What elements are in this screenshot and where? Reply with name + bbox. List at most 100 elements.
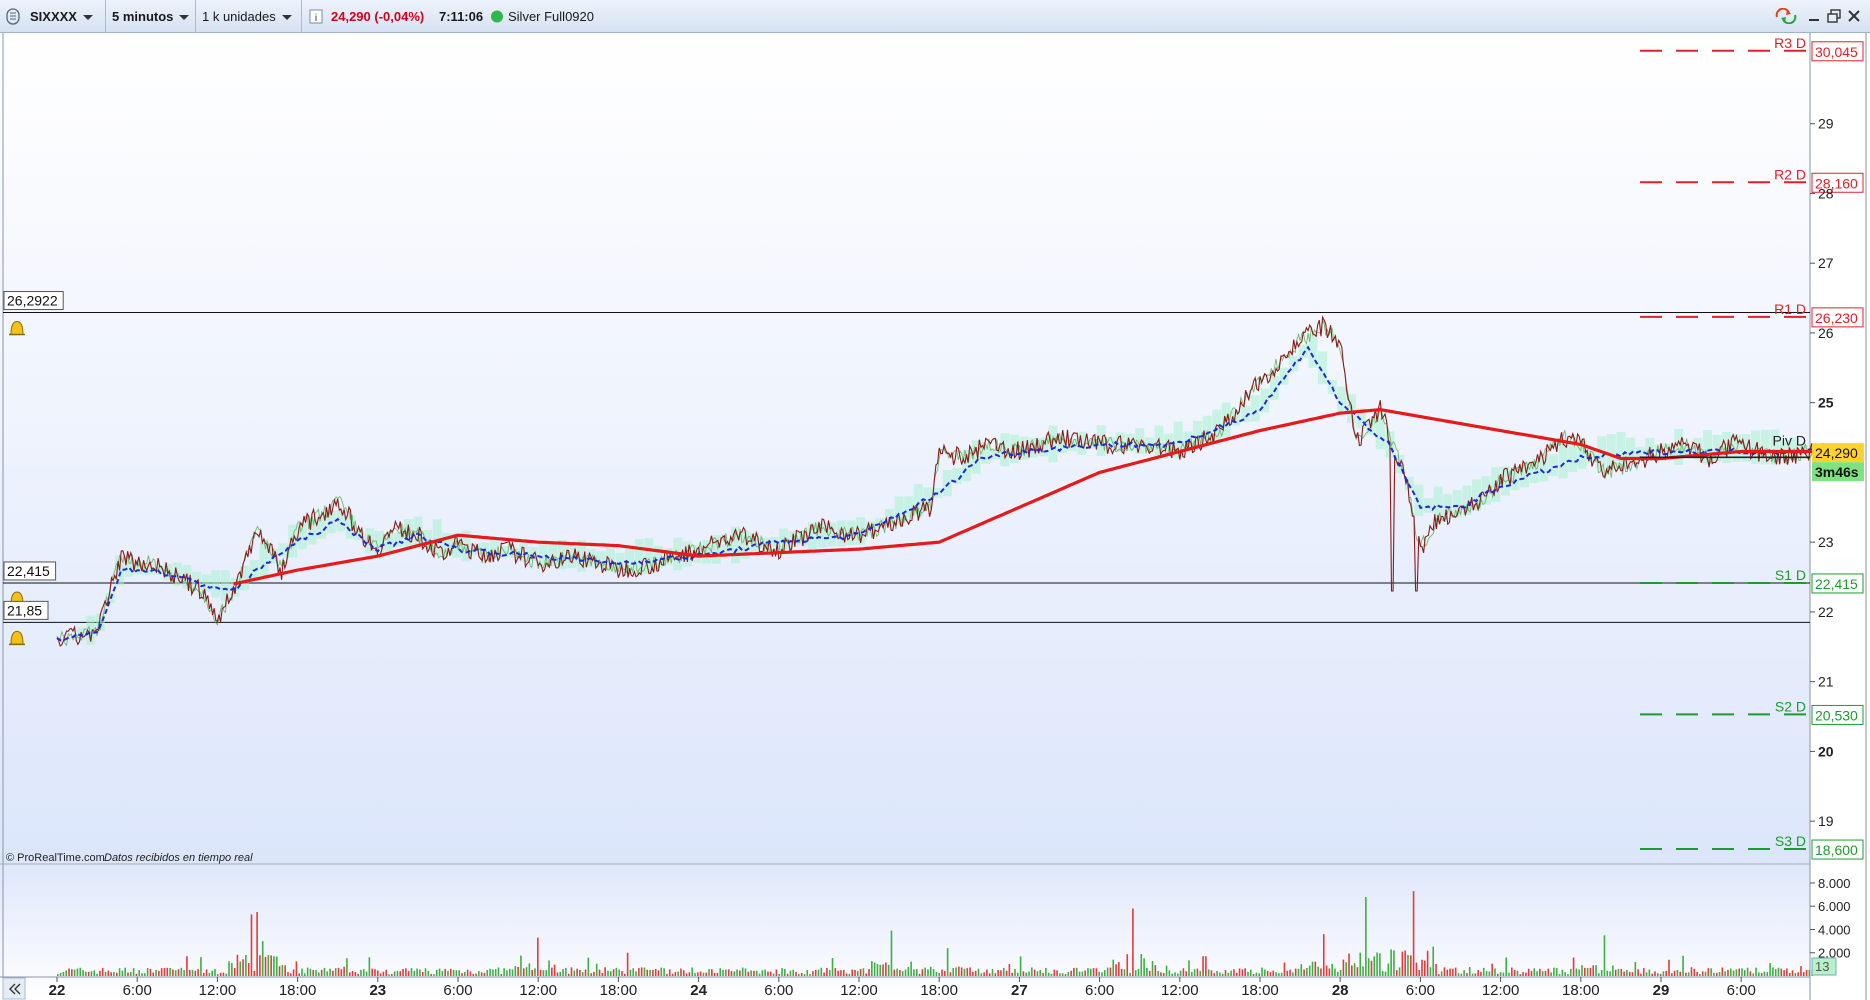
volume-bar <box>1752 973 1755 976</box>
volume-bar <box>798 973 800 976</box>
countdown-label: 3m46s <box>1815 464 1859 480</box>
volume-bar <box>1609 971 1611 976</box>
volume-bar <box>85 971 87 976</box>
volume-bar <box>988 973 991 976</box>
volume-bar <box>618 969 620 976</box>
volume-bar <box>1409 955 1412 976</box>
volume-bar <box>859 969 862 976</box>
volume-bar <box>548 960 550 976</box>
volume-bar <box>1000 970 1002 976</box>
volume-bar <box>901 971 904 976</box>
volume-bar <box>511 969 514 976</box>
volume-bar <box>149 968 152 976</box>
info-icon[interactable]: i <box>308 0 324 33</box>
symbol-selector[interactable]: SIXXXX <box>24 0 106 33</box>
volume-bar <box>1056 970 1058 976</box>
volume-bar <box>691 967 693 976</box>
volume-bar <box>385 969 388 976</box>
volume-bar <box>551 967 553 976</box>
volume-bar <box>1185 971 1188 976</box>
double-chevron-left-icon[interactable] <box>2 977 26 1000</box>
volume-bar <box>932 969 935 976</box>
units-selector[interactable]: 1 k unidades <box>196 0 302 33</box>
volume-bar <box>93 970 96 976</box>
volume-bar <box>65 970 68 976</box>
close-icon[interactable] <box>1846 8 1862 24</box>
volume-bar <box>1188 960 1190 976</box>
volume-bar <box>1379 953 1381 976</box>
volume-bar <box>99 970 101 976</box>
volume-bar <box>1092 968 1095 976</box>
volume-bar <box>1101 972 1103 976</box>
volume-bar <box>688 972 691 976</box>
volume-bar <box>486 970 489 976</box>
volume-bar <box>115 972 118 976</box>
volume-bar <box>1564 972 1566 976</box>
volume-bar <box>643 967 646 976</box>
volume-bar <box>828 969 831 976</box>
volume-bar <box>1547 968 1550 976</box>
volume-bar <box>778 973 780 976</box>
volume-bar <box>1676 969 1679 976</box>
volume-bar <box>1322 934 1325 976</box>
volume-bar <box>388 974 390 976</box>
volume-bar <box>236 954 239 976</box>
volume-bar <box>301 968 303 976</box>
volume-bar <box>845 973 848 976</box>
volume-bar <box>1808 969 1811 976</box>
volume-bar <box>1311 961 1314 976</box>
volume-bar <box>1525 972 1527 976</box>
volume-bar <box>376 970 379 976</box>
volume-bar <box>753 970 755 976</box>
volume-bar <box>935 972 938 976</box>
volume-bar <box>1078 971 1081 976</box>
volume-bar <box>1045 967 1047 976</box>
volume-bar <box>1704 971 1707 976</box>
volume-bar <box>113 971 115 976</box>
volume-bar <box>281 965 284 976</box>
timeframe-selector[interactable]: 5 minutos <box>106 0 196 33</box>
volume-bar <box>1449 968 1451 976</box>
y-tick-label: 28 <box>1818 185 1834 201</box>
volume-bar <box>1005 970 1008 976</box>
minimize-icon[interactable] <box>1806 8 1822 24</box>
volume-bar <box>407 971 410 976</box>
volume-bar <box>433 974 435 976</box>
volume-bar <box>1275 972 1277 976</box>
volume-bar <box>410 968 413 976</box>
volume-bar <box>624 973 626 976</box>
volume-bar <box>391 973 393 976</box>
volume-bar <box>466 969 469 976</box>
volume-bar <box>680 968 682 976</box>
volume-bar <box>208 972 211 976</box>
volume-bar <box>172 969 174 976</box>
volume-bar <box>287 972 289 976</box>
volume-bar <box>1157 970 1159 976</box>
restore-icon[interactable] <box>1826 8 1842 24</box>
volume-bar <box>1715 972 1718 976</box>
volume-bar <box>719 968 722 976</box>
price-chart[interactable]: 26,292222,41521,85 R3 D30,045R2 D28,160R… <box>0 33 1870 1000</box>
volume-bar <box>1544 971 1547 976</box>
volume-bar <box>520 955 522 976</box>
volume-bar <box>1755 967 1757 976</box>
volume-bar <box>966 968 969 976</box>
volume-bar <box>68 968 70 976</box>
volume-bar <box>663 968 665 976</box>
volume-bar <box>1693 968 1696 976</box>
volume-bar <box>1199 970 1202 976</box>
volume-bar <box>974 970 977 976</box>
volume-bar <box>1581 965 1583 976</box>
volume-bar <box>792 969 795 976</box>
volume-bar <box>1084 970 1086 976</box>
volume-bar <box>944 971 946 976</box>
volume-bar <box>747 971 750 976</box>
sync-arrows-icon[interactable] <box>1774 7 1797 25</box>
window-menu-icon[interactable] <box>4 0 22 33</box>
volume-bar <box>180 967 183 976</box>
volume-bar <box>1137 968 1140 976</box>
volume-bar <box>657 970 660 976</box>
volume-bar <box>1174 972 1176 976</box>
volume-bar <box>1328 968 1331 976</box>
volume-bar <box>146 968 149 976</box>
